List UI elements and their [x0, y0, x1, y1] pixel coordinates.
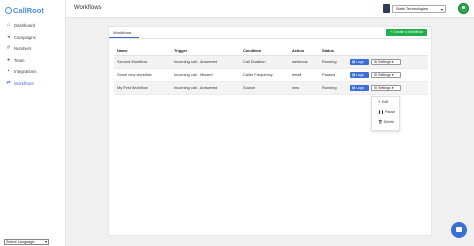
organization-name: Stato Technologies	[396, 7, 429, 11]
sidebar-item-label: Team	[14, 57, 25, 63]
menu-item-edit[interactable]: ✎ Edit	[372, 97, 399, 107]
sidebar-item-workflows[interactable]: ⇄ Workflows	[0, 78, 66, 89]
building-icon	[383, 4, 390, 13]
workflow-status: Paused	[319, 68, 347, 82]
logs-button-label: Logs	[356, 59, 364, 64]
workflow-name: Second Workflow	[114, 55, 171, 69]
chevron-down-icon: ▾	[391, 72, 394, 77]
workflow-trigger: Incoming call - Answered	[171, 81, 240, 95]
settings-button-label: Settings	[378, 72, 391, 77]
table-header-row: Name Trigger Condition Action Status	[114, 46, 428, 56]
column-header-condition: Condition	[240, 46, 289, 56]
pencil-icon: ✎	[378, 100, 382, 104]
tab-divider	[109, 38, 433, 39]
workflow-action: email	[289, 68, 319, 82]
settings-dropdown-menu: ✎ Edit ❚❚ Pause 🗑 Delete	[371, 96, 400, 131]
sidebar-nav: ⌂ Dashboard ◂ Campaigns # Numbers ● Team…	[0, 20, 66, 89]
workflow-action: sms	[289, 81, 319, 95]
language-select-label: Select Language	[6, 240, 35, 244]
home-icon: ⌂	[6, 22, 11, 28]
column-header-trigger: Trigger	[171, 46, 240, 56]
sidebar-item-label: Numbers	[14, 46, 32, 51]
pause-icon: ❚❚	[378, 110, 385, 114]
workflow-icon: ⇄	[6, 79, 11, 86]
settings-button[interactable]: ⚙ Settings ▾	[371, 71, 401, 78]
menu-item-pause[interactable]: ❚❚ Pause	[372, 107, 399, 117]
column-header-controls	[347, 46, 428, 56]
chevron-down-icon: ▾	[391, 85, 394, 90]
workflow-status: Running	[319, 81, 347, 95]
row-controls: ▤ Logs ⚙ Settings ▾	[347, 68, 428, 82]
brand-logo[interactable]: CallRoot	[5, 4, 44, 16]
table-row: Some new workflow Incoming call - Missed…	[114, 68, 428, 82]
sidebar-item-label: Workflows	[14, 80, 34, 86]
settings-button-label: Settings	[378, 85, 391, 90]
sidebar-item-label: Campaigns	[14, 34, 36, 40]
workflows-card: Workflows + Create a Workflow Name Trigg…	[108, 26, 433, 236]
sidebar-item-label: Dashboard	[14, 23, 36, 28]
chevron-down-icon: ▾	[440, 7, 443, 12]
organization-select[interactable]: Stato Technologies ▾	[392, 5, 446, 13]
hash-icon: #	[7, 45, 10, 51]
avatar[interactable]	[458, 3, 469, 14]
menu-item-label: Delete	[383, 120, 394, 124]
table-row: My First Workflow Incoming call - Answer…	[114, 81, 428, 95]
sidebar: CallRoot ⌂ Dashboard ◂ Campaigns # Numbe…	[0, 0, 66, 246]
workflow-trigger: Incoming call - Missed	[171, 68, 240, 82]
page-title: Workflows	[74, 5, 102, 11]
sidebar-item-integrations[interactable]: ▪ Integrations	[0, 66, 66, 77]
menu-item-label: Pause	[385, 110, 396, 114]
create-workflow-button[interactable]: + Create a Workflow	[386, 29, 427, 36]
workflow-name: My First Workflow	[114, 81, 171, 95]
logs-button-label: Logs	[356, 85, 364, 90]
megaphone-icon: ◂	[7, 33, 10, 40]
logs-icon: ▤	[352, 59, 356, 64]
sidebar-item-team[interactable]: ● Team	[0, 55, 66, 66]
workflow-name: Some new workflow	[114, 68, 171, 82]
column-header-status: Status	[319, 46, 347, 56]
menu-item-delete[interactable]: 🗑 Delete	[372, 117, 399, 127]
workflow-trigger: Incoming call - Answered	[171, 55, 240, 69]
logs-button-label: Logs	[356, 72, 364, 77]
chevron-down-icon: ▾	[391, 59, 394, 64]
workflow-condition: Call Duration	[240, 55, 289, 69]
sidebar-item-numbers[interactable]: # Numbers	[0, 43, 66, 54]
language-select[interactable]: Select Language ▾	[4, 239, 49, 245]
sidebar-item-label: Integrations	[14, 69, 37, 74]
workflow-condition: Caller Frequency	[240, 68, 289, 82]
gear-icon: ⚙	[374, 85, 378, 90]
brand-name: CallRoot	[13, 5, 44, 15]
workflow-condition: Source	[240, 81, 289, 95]
topbar: Workflows Stato Technologies ▾	[66, 0, 474, 18]
logs-icon: ▤	[352, 72, 356, 77]
chat-widget-button[interactable]	[451, 222, 467, 238]
trash-icon: 🗑	[378, 120, 383, 124]
settings-button[interactable]: ⚙ Settings ▾	[371, 58, 401, 65]
logs-button[interactable]: ▤ Logs	[350, 71, 369, 78]
settings-button-label: Settings	[378, 59, 391, 64]
sidebar-item-dashboard[interactable]: ⌂ Dashboard	[0, 20, 66, 31]
tab-workflows[interactable]: Workflows	[109, 27, 139, 38]
column-header-name: Name	[114, 46, 171, 56]
row-controls: ▤ Logs ⚙ Settings ▾	[347, 81, 428, 95]
menu-item-label: Edit	[382, 100, 389, 104]
gear-icon: ⚙	[374, 72, 378, 77]
sidebar-item-campaigns[interactable]: ◂ Campaigns	[0, 32, 66, 43]
plug-icon: ▪	[7, 68, 10, 74]
workflows-table: Name Trigger Condition Action Status Sec…	[114, 46, 428, 95]
logs-button[interactable]: ▤ Logs	[350, 58, 369, 65]
chevron-down-icon: ▾	[45, 240, 47, 244]
gear-icon: ⚙	[374, 59, 378, 64]
workflow-status: Running	[319, 55, 347, 69]
column-header-action: Action	[289, 46, 319, 56]
table-row: Second Workflow Incoming call - Answered…	[114, 55, 428, 69]
logs-icon: ▤	[352, 85, 356, 90]
row-controls: ▤ Logs ⚙ Settings ▾	[347, 55, 428, 69]
settings-button[interactable]: ⚙ Settings ▾	[371, 84, 401, 91]
team-icon: ●	[6, 56, 11, 63]
workflow-action: webhook	[289, 55, 319, 69]
logo-icon	[5, 6, 12, 14]
logs-button[interactable]: ▤ Logs	[350, 84, 369, 91]
